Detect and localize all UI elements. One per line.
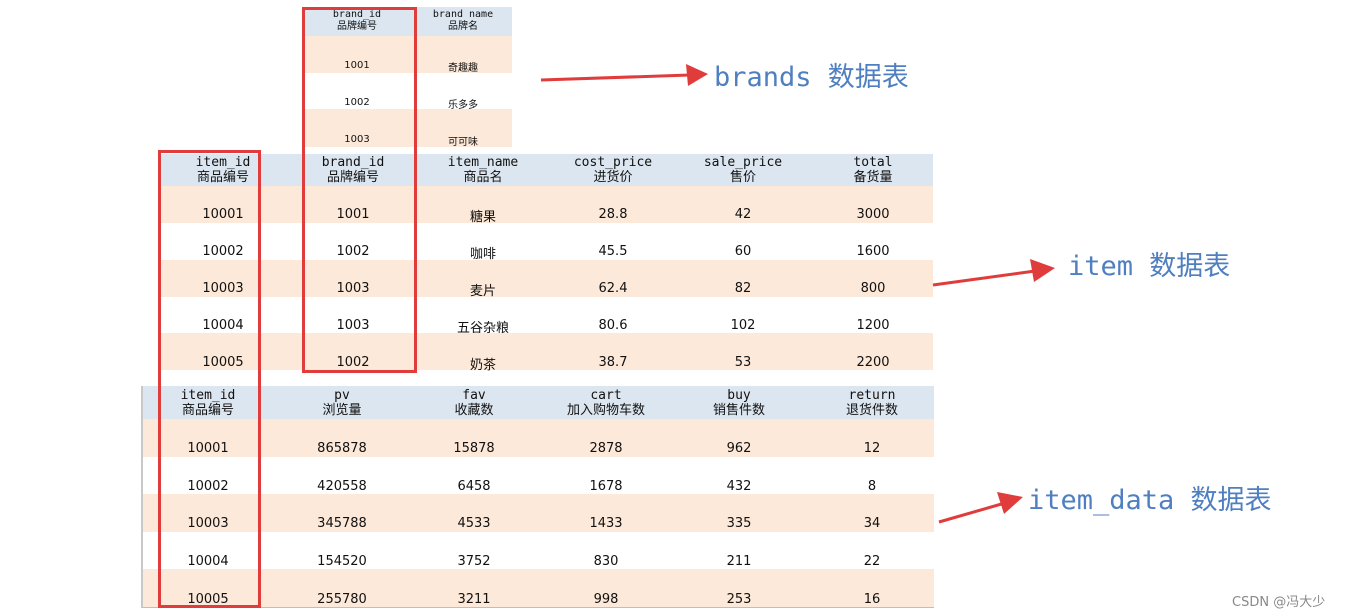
item-data-header-cart: cart 加入购物车数 (566, 388, 645, 418)
brand-id-highlight-box (302, 7, 417, 373)
item-data-cell: 211 (726, 554, 752, 569)
item-id-highlight-box (158, 150, 261, 608)
item-data-cell: 420558 (317, 479, 367, 494)
table-bottom-border (143, 607, 934, 608)
brands-table-label: brands 数据表 (714, 62, 909, 93)
item-cell: 3000 (856, 207, 890, 222)
item-data-cell: 345788 (317, 516, 367, 531)
item-data-cell: 432 (726, 479, 752, 494)
item-data-cell: 15878 (453, 441, 495, 456)
item-data-cell: 4533 (457, 516, 491, 531)
item-data-cell: 6458 (457, 479, 491, 494)
item-data-cell: 998 (593, 592, 619, 607)
brands-header-brand-name: brand name 品牌名 (432, 9, 494, 32)
item-cell: 82 (734, 281, 752, 296)
brands-cell: 奇趣趣 (448, 63, 478, 74)
item-cell: 102 (730, 318, 756, 333)
item-cell: 42 (734, 207, 752, 222)
item-data-cell: 16 (863, 592, 881, 607)
item-cell: 38.7 (598, 355, 628, 370)
item-data-cell: 335 (726, 516, 752, 531)
item-data-cell: 255780 (317, 592, 367, 607)
item-cell: 800 (860, 281, 886, 296)
item-data-cell: 8 (867, 479, 877, 494)
item-cell: 62.4 (598, 281, 628, 296)
item-header-total: total 备货量 (853, 155, 893, 185)
item-cell: 60 (734, 244, 752, 259)
item-cell: 45.5 (598, 244, 628, 259)
item-cell: 1600 (856, 244, 890, 259)
item-data-cell: 3752 (457, 554, 491, 569)
item-data-header-pv: pv 浏览量 (322, 388, 362, 418)
item-cell: 80.6 (598, 318, 628, 333)
item-data-header-return: return 退货件数 (845, 388, 898, 418)
item-header-cost-price: cost_price 进货价 (573, 155, 653, 185)
item-data-cell: 830 (593, 554, 619, 569)
item-data-header-fav: fav 收藏数 (454, 388, 494, 418)
item-cell: 53 (734, 355, 752, 370)
item-data-cell: 865878 (317, 441, 367, 456)
item-data-cell: 253 (726, 592, 752, 607)
item-cell: 28.8 (598, 207, 628, 222)
item-cell: 1200 (856, 318, 890, 333)
item-data-cell: 12 (863, 441, 881, 456)
item-cell: 奶茶 (469, 358, 496, 373)
item-header-sale-price: sale_price 售价 (703, 155, 783, 185)
item-table-label: item 数据表 (1068, 251, 1231, 282)
item-data-cell: 34 (863, 516, 881, 531)
item-data-cell: 1678 (589, 479, 623, 494)
item-cell: 2200 (856, 355, 890, 370)
item-data-cell: 154520 (317, 554, 367, 569)
brands-cell: 可可味 (448, 137, 478, 148)
watermark: CSDN @冯大少 (1232, 595, 1326, 610)
item-data-cell: 2878 (589, 441, 623, 456)
item-data-header-buy: buy 销售件数 (712, 388, 765, 418)
item-data-cell: 1433 (589, 516, 623, 531)
item-data-cell: 3211 (457, 592, 491, 607)
item-data-table-label: item_data 数据表 (1028, 485, 1272, 516)
item-data-cell: 962 (726, 441, 752, 456)
item-data-cell: 22 (863, 554, 881, 569)
item-header-item-name: item_name 商品名 (447, 155, 519, 185)
